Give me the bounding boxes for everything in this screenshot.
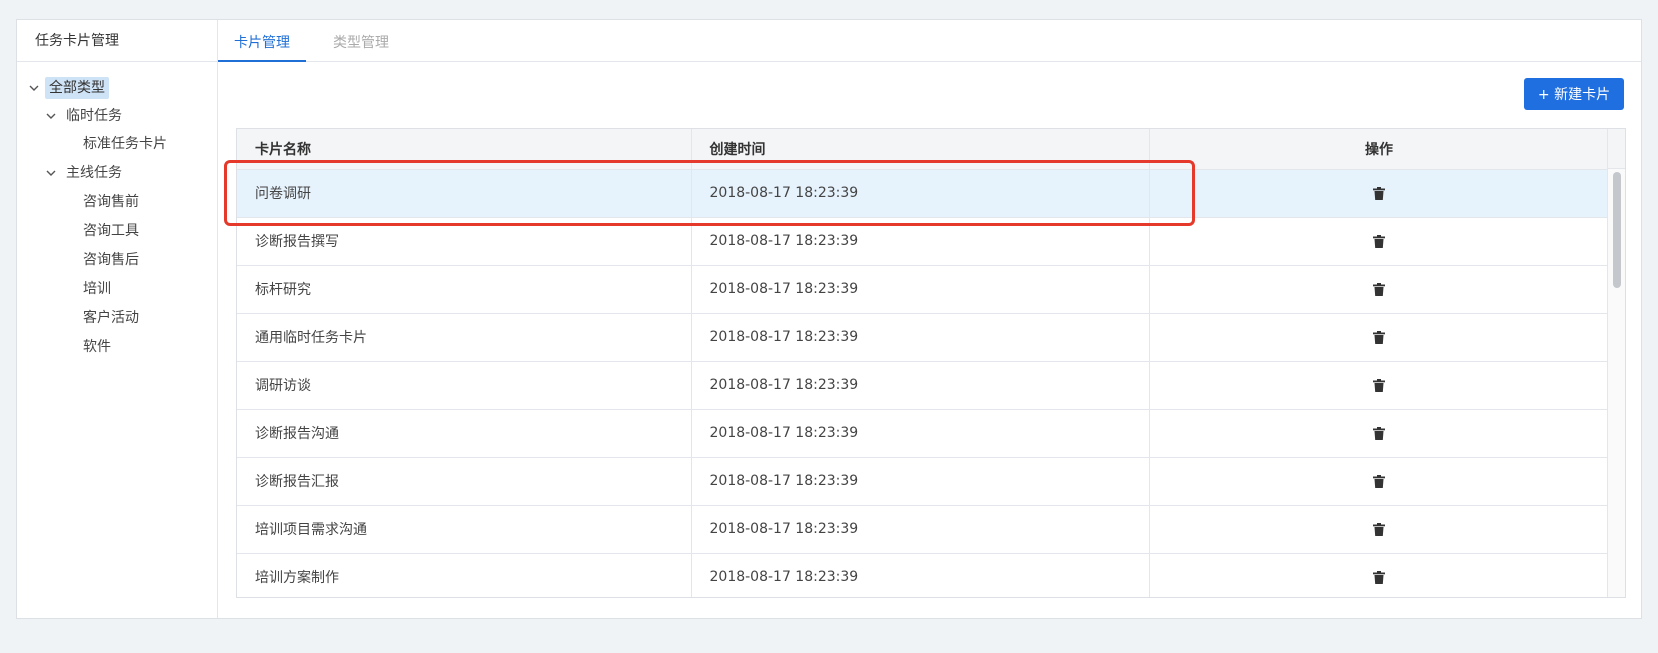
tree-node-label: 软件: [83, 339, 111, 355]
table-header-row: 卡片名称 创建时间 操作: [237, 129, 1610, 170]
cell-created-time: 2018-08-17 18:23:39: [691, 409, 1150, 458]
cell-created-time: 2018-08-17 18:23:39: [691, 553, 1150, 597]
cell-card-name: 诊断报告汇报: [237, 457, 692, 506]
cell-actions: [1149, 169, 1610, 218]
cell-card-name: 诊断报告撰写: [237, 217, 692, 266]
cell-card-name: 标杆研究: [237, 265, 692, 314]
cell-card-name: 培训方案制作: [237, 553, 692, 597]
cell-actions: [1149, 265, 1610, 314]
tree-node-label: 咨询售前: [83, 194, 139, 210]
sidebar: 任务卡片管理 全部类型 临时任务 标准任务卡片 主线任务 咨询售前 咨询工具 咨…: [17, 20, 218, 618]
table-row[interactable]: 培训方案制作 2018-08-17 18:23:39: [237, 553, 1610, 597]
tree-node-standard-task-card[interactable]: 标准任务卡片: [79, 133, 171, 155]
cell-actions: [1149, 409, 1610, 458]
card-table: 卡片名称 创建时间 操作 问卷调研 2018-08-17 18:23:39 诊断…: [236, 128, 1626, 598]
cell-created-time: 2018-08-17 18:23:39: [691, 313, 1150, 362]
tree-node-label: 咨询工具: [83, 223, 139, 239]
main-panel: 卡片管理 类型管理 + 新建卡片 卡片名称 创建时间 操作 问卷调研 2018-…: [218, 20, 1641, 618]
trash-icon[interactable]: [1373, 282, 1385, 296]
tree-node-training[interactable]: 培训: [79, 278, 115, 300]
tree-node-label: 全部类型: [45, 77, 109, 99]
tree-node-customer-activity[interactable]: 客户活动: [79, 307, 143, 329]
tree-node-consult-tools[interactable]: 咨询工具: [79, 220, 143, 242]
cell-actions: [1149, 505, 1610, 554]
table-row[interactable]: 诊断报告沟通 2018-08-17 18:23:39: [237, 409, 1610, 458]
tree-node-label: 标准任务卡片: [83, 136, 167, 152]
tree-node-software[interactable]: 软件: [79, 336, 115, 358]
tree-node-label: 临时任务: [66, 108, 122, 124]
table-row[interactable]: 诊断报告撰写 2018-08-17 18:23:39: [237, 217, 1610, 266]
cell-actions: [1149, 217, 1610, 266]
trash-icon[interactable]: [1373, 570, 1385, 584]
cell-card-name: 通用临时任务卡片: [237, 313, 692, 362]
tree-node-consult-presales[interactable]: 咨询售前: [79, 191, 143, 213]
app-frame: 任务卡片管理 全部类型 临时任务 标准任务卡片 主线任务 咨询售前 咨询工具 咨…: [16, 19, 1642, 619]
table-scrollbar[interactable]: [1607, 129, 1625, 597]
table-row[interactable]: 调研访谈 2018-08-17 18:23:39: [237, 361, 1610, 410]
cell-created-time: 2018-08-17 18:23:39: [691, 457, 1150, 506]
trash-icon[interactable]: [1373, 234, 1385, 248]
cell-card-name: 问卷调研: [237, 169, 692, 218]
tab-bar: 卡片管理 类型管理: [218, 20, 1641, 62]
trash-icon[interactable]: [1373, 426, 1385, 440]
table-row[interactable]: 诊断报告汇报 2018-08-17 18:23:39: [237, 457, 1610, 506]
cell-actions: [1149, 361, 1610, 410]
tree-node-consult-aftersales[interactable]: 咨询售后: [79, 249, 143, 271]
tab-type-management[interactable]: 类型管理: [317, 20, 405, 62]
trash-icon[interactable]: [1373, 186, 1385, 200]
cell-actions: [1149, 457, 1610, 506]
tree-node-label: 咨询售后: [83, 252, 139, 268]
tree-node-label: 客户活动: [83, 310, 139, 326]
scrollbar-header-filler: [1608, 129, 1625, 169]
trash-icon[interactable]: [1373, 474, 1385, 488]
cell-created-time: 2018-08-17 18:23:39: [691, 505, 1150, 554]
table-row[interactable]: 培训项目需求沟通 2018-08-17 18:23:39: [237, 505, 1610, 554]
tree-node-temporary-tasks[interactable]: 临时任务: [44, 105, 126, 127]
column-header-card-name[interactable]: 卡片名称: [237, 129, 692, 170]
new-card-button[interactable]: + 新建卡片: [1524, 78, 1624, 110]
cell-created-time: 2018-08-17 18:23:39: [691, 217, 1150, 266]
tab-card-management[interactable]: 卡片管理: [218, 20, 306, 62]
column-header-created-time[interactable]: 创建时间: [691, 129, 1150, 170]
tree-node-label: 培训: [83, 281, 111, 297]
cell-actions: [1149, 313, 1610, 362]
table-row[interactable]: 标杆研究 2018-08-17 18:23:39: [237, 265, 1610, 314]
cell-card-name: 培训项目需求沟通: [237, 505, 692, 554]
tree-node-all-types[interactable]: 全部类型: [27, 77, 109, 99]
table-row[interactable]: 通用临时任务卡片 2018-08-17 18:23:39: [237, 313, 1610, 362]
cell-created-time: 2018-08-17 18:23:39: [691, 265, 1150, 314]
cell-card-name: 诊断报告沟通: [237, 409, 692, 458]
cell-created-time: 2018-08-17 18:23:39: [691, 361, 1150, 410]
tree-node-main-tasks[interactable]: 主线任务: [44, 162, 126, 184]
cell-actions: [1149, 553, 1610, 597]
scrollbar-thumb[interactable]: [1613, 172, 1621, 288]
trash-icon[interactable]: [1373, 522, 1385, 536]
cell-created-time: 2018-08-17 18:23:39: [691, 169, 1150, 218]
chevron-down-icon[interactable]: [44, 109, 58, 123]
tree-node-label: 主线任务: [66, 165, 122, 181]
chevron-down-icon[interactable]: [44, 166, 58, 180]
cell-card-name: 调研访谈: [237, 361, 692, 410]
table-row[interactable]: 问卷调研 2018-08-17 18:23:39: [237, 169, 1610, 218]
sidebar-title: 任务卡片管理: [17, 20, 217, 62]
trash-icon[interactable]: [1373, 330, 1385, 344]
trash-icon[interactable]: [1373, 378, 1385, 392]
column-header-actions: 操作: [1149, 129, 1610, 170]
chevron-down-icon[interactable]: [27, 81, 41, 95]
